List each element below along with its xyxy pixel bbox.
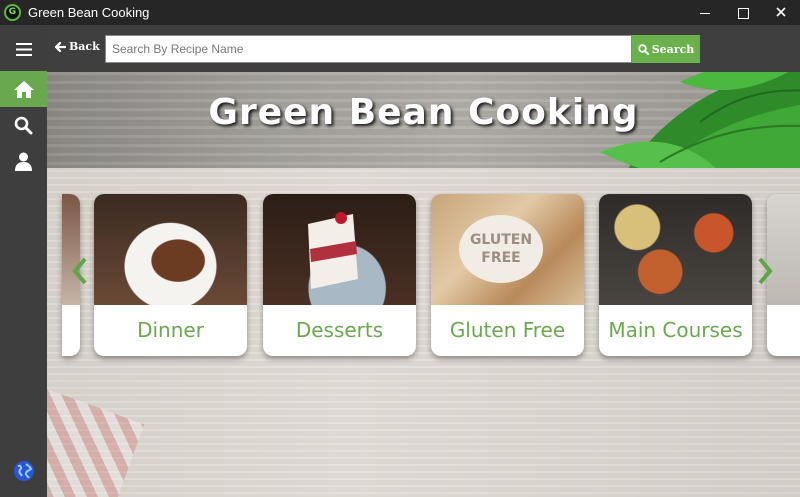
main-content: Green Bean Cooking Dinner Desserts GLUTE…	[47, 72, 800, 497]
search-icon	[14, 116, 33, 134]
hero-banner: Green Bean Cooking	[47, 72, 800, 168]
cake-image	[308, 212, 358, 289]
category-card-dinner[interactable]: Dinner	[94, 194, 247, 356]
chevron-left-icon	[72, 257, 87, 285]
carousel-prev-button[interactable]	[69, 254, 91, 288]
maximize-button[interactable]	[724, 0, 762, 25]
category-photo-dinner	[94, 194, 247, 305]
back-button[interactable]: Back	[55, 40, 100, 53]
window-title: Green Bean Cooking	[28, 5, 150, 20]
close-icon	[776, 7, 786, 17]
back-label: Back	[69, 40, 100, 53]
menu-button[interactable]	[0, 31, 47, 67]
category-photo-main-courses	[599, 194, 752, 305]
minimize-button[interactable]	[686, 0, 724, 25]
search-button-label: Search	[651, 42, 695, 56]
user-icon	[15, 152, 32, 171]
carousel-next-button[interactable]	[754, 254, 776, 288]
menu-icon	[15, 42, 32, 56]
close-button[interactable]	[762, 0, 800, 25]
svg-text:FREE: FREE	[481, 250, 520, 266]
search-icon	[638, 43, 649, 55]
page-title: Green Bean Cooking	[208, 92, 639, 133]
sidebar-item-search[interactable]	[0, 107, 47, 143]
sidebar-item-language[interactable]	[0, 453, 47, 489]
flour-image: GLUTEN FREE	[459, 215, 543, 283]
title-bar: G Green Bean Cooking	[0, 0, 800, 25]
category-label: Gluten Free	[449, 318, 566, 342]
svg-text:GLUTEN: GLUTEN	[470, 232, 532, 248]
sidebar-item-profile[interactable]	[0, 143, 47, 179]
home-icon	[13, 80, 34, 98]
category-card-desserts[interactable]: Desserts	[263, 194, 416, 356]
app-logo-icon: G	[4, 4, 21, 21]
category-card-gluten-free[interactable]: GLUTEN FREE Gluten Free	[431, 194, 584, 356]
category-label: Dinner	[137, 318, 204, 342]
sidebar	[0, 25, 47, 497]
category-label: Main Courses	[608, 318, 743, 342]
search-input[interactable]	[105, 35, 632, 63]
category-photo-gluten-free: GLUTEN FREE	[431, 194, 584, 305]
category-card-main-courses[interactable]: Main Courses	[599, 194, 752, 356]
arrow-left-icon	[55, 41, 66, 52]
toolbar: Back Search	[47, 25, 800, 72]
chevron-right-icon	[758, 257, 773, 285]
category-photo	[767, 194, 800, 305]
search-button[interactable]: Search	[632, 35, 700, 63]
globe-icon	[13, 461, 34, 481]
category-photo	[62, 194, 80, 305]
category-photo-desserts	[263, 194, 416, 305]
sidebar-item-home[interactable]	[0, 71, 47, 107]
category-label: Desserts	[295, 318, 384, 342]
